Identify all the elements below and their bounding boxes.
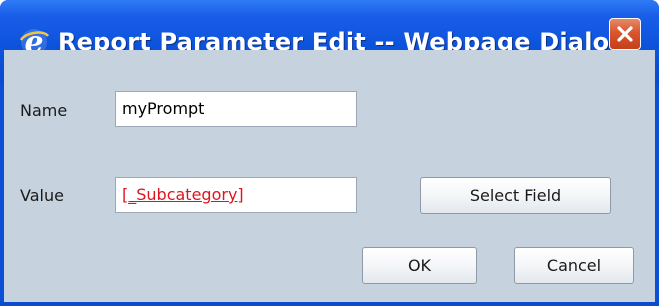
dialog-window: e Report Parameter Edit -- Webpage Dialo… bbox=[0, 0, 659, 306]
close-icon bbox=[617, 26, 633, 42]
name-field[interactable]: myPrompt bbox=[115, 91, 357, 127]
window-frame bbox=[0, 302, 659, 306]
value-field[interactable]: [_Subcategory] bbox=[115, 177, 357, 213]
value-field-link[interactable]: [_Subcategory] bbox=[122, 185, 244, 204]
close-button[interactable] bbox=[609, 18, 641, 50]
name-label: Name bbox=[20, 101, 68, 120]
value-label: Value bbox=[20, 186, 64, 205]
select-field-button[interactable]: Select Field bbox=[420, 177, 611, 214]
name-field-value: myPrompt bbox=[122, 99, 205, 118]
cancel-button[interactable]: Cancel bbox=[514, 247, 634, 284]
ok-button[interactable]: OK bbox=[362, 247, 477, 284]
